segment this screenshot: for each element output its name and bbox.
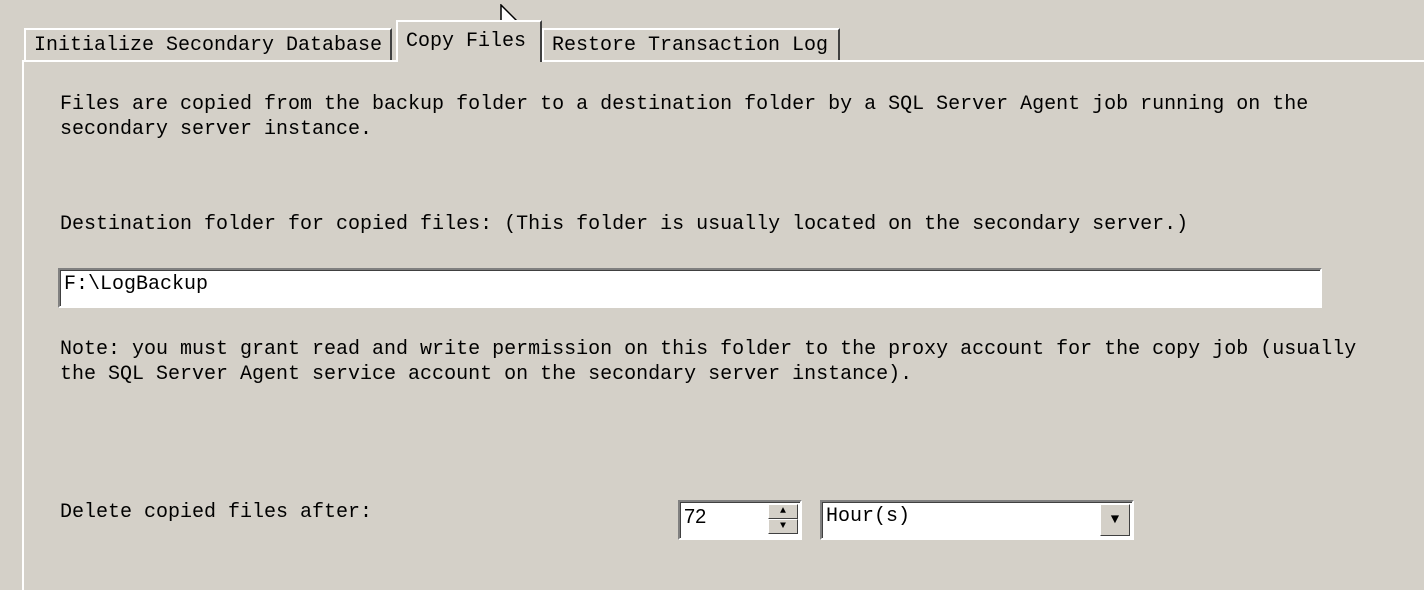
retention-unit-select[interactable]: Hour(s) — [820, 500, 1134, 540]
tab-initialize-secondary-database[interactable]: Initialize Secondary Database — [24, 28, 392, 60]
stepper-up-button[interactable]: ▲ — [768, 504, 798, 519]
tab-copy-files[interactable]: Copy Files — [396, 20, 542, 62]
destination-label: Destination folder for copied files: (Th… — [60, 213, 1189, 236]
description-text: Files are copied from the backup folder … — [60, 93, 1309, 141]
arrow-down-icon: ▼ — [779, 521, 786, 532]
tab-restore-transaction-log[interactable]: Restore Transaction Log — [542, 28, 840, 60]
destination-folder-input[interactable]: F:\LogBackup — [58, 268, 1322, 308]
chevron-down-icon: ▼ — [1110, 512, 1120, 528]
dropdown-button[interactable]: ▼ — [1100, 504, 1130, 536]
retention-unit-value: Hour(s) — [826, 505, 911, 528]
note-text: Note: you must grant read and write perm… — [60, 338, 1357, 386]
arrow-up-icon: ▲ — [779, 506, 786, 517]
delete-label: Delete copied files after: — [60, 501, 373, 524]
stepper-down-button[interactable]: ▼ — [768, 519, 798, 534]
retention-value: 72 — [684, 506, 707, 528]
